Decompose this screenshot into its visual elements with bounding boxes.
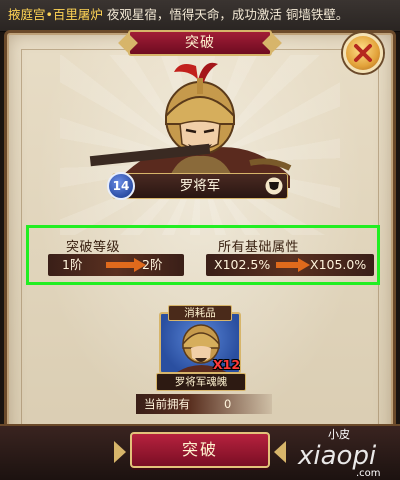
breakthrough-button[interactable]: 突破 [130, 432, 270, 468]
level-from: 1阶 [62, 257, 83, 272]
owned-value: 0 [224, 397, 232, 411]
attr-to: X105.0% [310, 257, 367, 272]
level-label: 突破等级 [66, 240, 121, 255]
arrow-right-icon [276, 258, 310, 272]
scrolling-notice: 掖庭宫•百里屠炉 夜观星宿，悟得天命，成功激活 铜墙铁壁。 [0, 0, 400, 32]
xiaopi-watermark: 小皮 xiaopi .com [297, 428, 381, 478]
shield-icon [265, 177, 283, 195]
notice-prefix: 掖庭宫•百里屠炉 [8, 7, 103, 22]
required-count: X12 [213, 357, 241, 372]
general-name-bar: 罗将军 [112, 173, 288, 199]
consumable-title: 消耗品 [168, 305, 232, 321]
attr-label: 所有基础属性 [218, 240, 300, 255]
attr-row: X102.5% X105.0% [206, 254, 374, 276]
owned-bar: 当前拥有 0 [136, 394, 272, 414]
general-level-badge: 14 [107, 172, 135, 200]
breakthrough-screen: 掖庭宫•百里屠炉 夜观星宿，悟得天命，成功激活 铜墙铁壁。 突破 罗将军 14 … [0, 0, 400, 480]
level-to: 2阶 [142, 257, 163, 272]
watermark-top: 小皮 [328, 428, 350, 441]
owned-label: 当前拥有 [144, 397, 190, 411]
ornament-left-icon [114, 441, 126, 463]
close-button[interactable] [343, 33, 383, 73]
notice-message: 夜观星宿，悟得天命，成功激活 铜墙铁壁。 [102, 7, 349, 22]
watermark-main: xiaopi [297, 441, 377, 471]
attr-from: X102.5% [214, 257, 271, 272]
arrow-right-icon [106, 258, 146, 272]
level-row: 1阶 2阶 [48, 254, 184, 276]
general-name: 罗将军 [179, 178, 221, 194]
general-portrait [110, 62, 292, 188]
close-x-icon [354, 44, 372, 62]
consumable-name: 罗将军魂魄 [156, 373, 246, 391]
dialog-title: 突破 [128, 30, 272, 56]
watermark-sub: .com [356, 468, 381, 478]
